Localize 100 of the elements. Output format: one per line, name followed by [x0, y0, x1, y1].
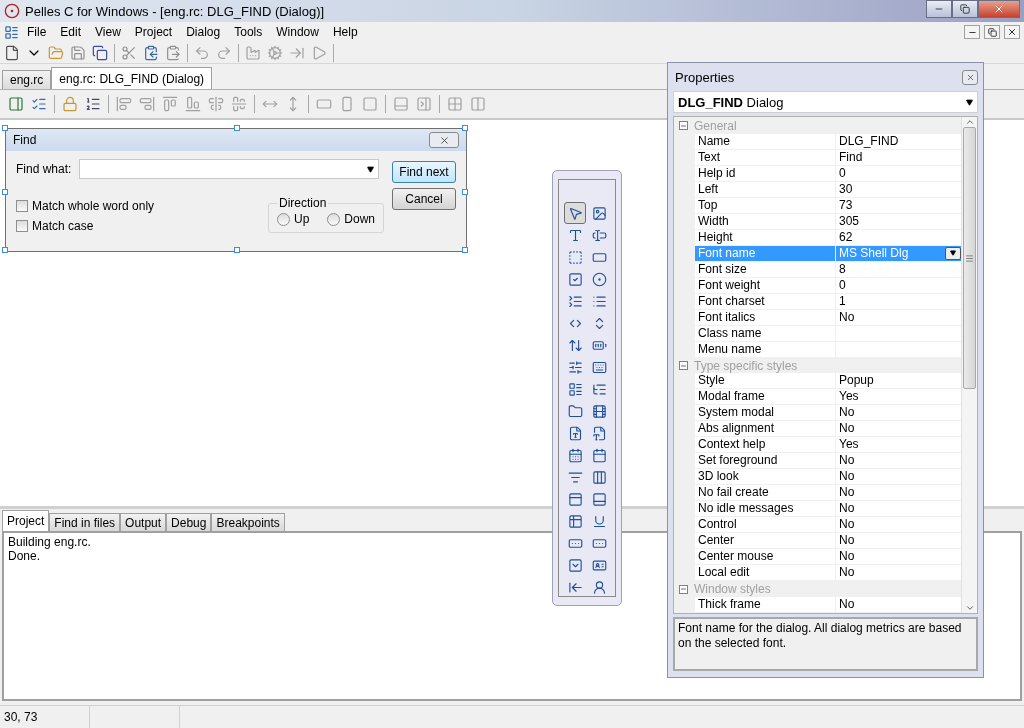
restore-button[interactable] — [984, 25, 1000, 39]
align-left-icon[interactable] — [116, 96, 132, 112]
paste-icon[interactable] — [165, 44, 181, 61]
minimize-button[interactable] — [964, 25, 980, 39]
output-line: Building eng.rc. — [8, 535, 91, 549]
play-icon[interactable] — [311, 44, 327, 61]
radio-button[interactable] — [276, 212, 290, 226]
dropdown-button[interactable] — [945, 246, 961, 260]
scroll-thumb[interactable] — [963, 127, 976, 389]
property-row[interactable]: Center No — [695, 533, 961, 550]
close-button[interactable] — [1004, 25, 1020, 39]
radio-button[interactable] — [327, 212, 341, 226]
calendar-icon — [591, 447, 607, 463]
property-value: No — [839, 517, 855, 533]
restore-button[interactable] — [952, 0, 978, 18]
minimize-button[interactable] — [926, 0, 952, 18]
close-icon — [1007, 27, 1017, 37]
property-row[interactable]: 3D look No — [695, 469, 961, 486]
text-field-icon — [591, 227, 607, 243]
collapse-icon[interactable] — [679, 361, 688, 370]
object-selector[interactable]: DLG_FIND Dialog — [673, 91, 978, 113]
property-row[interactable]: Style Popup — [695, 373, 961, 390]
save-all-icon[interactable] — [92, 44, 108, 61]
cut-icon[interactable] — [121, 44, 137, 61]
property-row[interactable]: Modal frame Yes — [695, 389, 961, 406]
copy-icon[interactable] — [143, 44, 159, 61]
close-icon — [993, 3, 1005, 15]
lock-icon[interactable] — [62, 96, 78, 112]
cursor-position: 30, 73 — [4, 710, 38, 724]
property-name: Class name — [695, 325, 836, 341]
property-name: Help id — [695, 165, 836, 181]
align-right-icon[interactable] — [139, 96, 155, 112]
menu-item[interactable]: View — [89, 25, 127, 39]
resize-handle[interactable] — [2, 247, 8, 253]
property-group: Type specific styles — [694, 358, 798, 373]
output-line: Done. — [8, 549, 41, 563]
resize-handle[interactable] — [462, 247, 468, 253]
dialog-button[interactable]: Find next — [392, 161, 456, 183]
pointer-tool[interactable] — [564, 202, 586, 224]
property-row[interactable]: Context help Yes — [695, 437, 961, 454]
property-name: Local edit — [695, 565, 836, 581]
dialog-button[interactable]: Cancel — [392, 188, 456, 210]
align-top-icon[interactable] — [162, 96, 178, 112]
redo-icon[interactable] — [216, 44, 232, 61]
property-row[interactable]: Local edit No — [695, 565, 961, 582]
menu-item[interactable]: Edit — [54, 25, 88, 39]
property-row[interactable]: Center mouse No — [695, 549, 961, 566]
align-bottom-icon[interactable] — [185, 96, 201, 112]
radio-label: Up — [293, 212, 310, 226]
find-what-field[interactable] — [79, 159, 380, 179]
window-title: Pelles C for Windows - [eng.rc: DLG_FIND (Dialog)] — [25, 3, 326, 19]
property-value: 305 — [839, 213, 860, 229]
document-menu-icon[interactable] — [4, 24, 19, 40]
property-name: Center — [695, 533, 836, 549]
new-file-icon[interactable] — [4, 44, 20, 61]
menu-item[interactable]: Window — [270, 25, 325, 39]
document-tab[interactable]: eng.rc — [2, 70, 52, 89]
property-row[interactable]: No idle messages No — [695, 501, 961, 518]
property-name: 3D look — [695, 469, 836, 485]
close-icon — [438, 134, 450, 146]
resize-handle[interactable] — [462, 189, 468, 195]
resize-handle[interactable] — [234, 247, 240, 253]
property-row[interactable]: Thick frame No — [695, 597, 961, 613]
menu-item[interactable]: Tools — [228, 25, 269, 39]
property-row[interactable]: System modal No — [695, 405, 961, 422]
resize-handle[interactable] — [462, 125, 468, 131]
property-row[interactable]: Control No — [695, 517, 961, 534]
document-tab[interactable]: eng.rc: DLG_FIND (Dialog) — [51, 67, 213, 89]
resize-handle[interactable] — [2, 189, 8, 195]
menu-item[interactable]: Help — [326, 25, 364, 39]
scroll-up-icon[interactable] — [964, 117, 975, 127]
list-view-icon — [567, 381, 583, 397]
resize-handle[interactable] — [2, 125, 8, 131]
property-row[interactable]: Set foreground No — [695, 453, 961, 470]
resize-handle[interactable] — [234, 125, 240, 131]
menu-item[interactable]: Project — [128, 25, 179, 39]
collapse-icon[interactable] — [679, 584, 688, 594]
field-label: Find what: — [16, 162, 72, 176]
menu-item[interactable]: File — [21, 25, 53, 39]
collapse-icon[interactable] — [679, 121, 688, 131]
property-row[interactable]: No fail create No — [695, 485, 961, 502]
property-name: Control — [695, 517, 836, 533]
menu-item[interactable]: Dialog — [180, 25, 227, 39]
output-tab[interactable]: Debug — [166, 513, 212, 531]
checkbox[interactable] — [16, 220, 28, 232]
output-tab[interactable]: Project — [2, 510, 50, 531]
save-icon[interactable] — [70, 44, 86, 61]
radio-icon — [591, 271, 607, 287]
property-name: Abs alignment — [695, 421, 836, 437]
scroll-down-icon[interactable] — [964, 603, 975, 613]
undo-icon[interactable] — [194, 44, 210, 61]
checkbox[interactable] — [16, 200, 28, 212]
gear-icon[interactable] — [267, 44, 283, 61]
output-tab[interactable]: Find in files — [49, 513, 121, 531]
checkbox-icon — [567, 271, 583, 287]
property-row[interactable]: Abs alignment No — [695, 421, 961, 438]
folder-icon[interactable] — [48, 44, 64, 61]
output-tab[interactable]: Breakpoints — [211, 513, 285, 531]
output-tab[interactable]: Output — [120, 513, 167, 531]
scroll-bar[interactable] — [961, 117, 977, 613]
